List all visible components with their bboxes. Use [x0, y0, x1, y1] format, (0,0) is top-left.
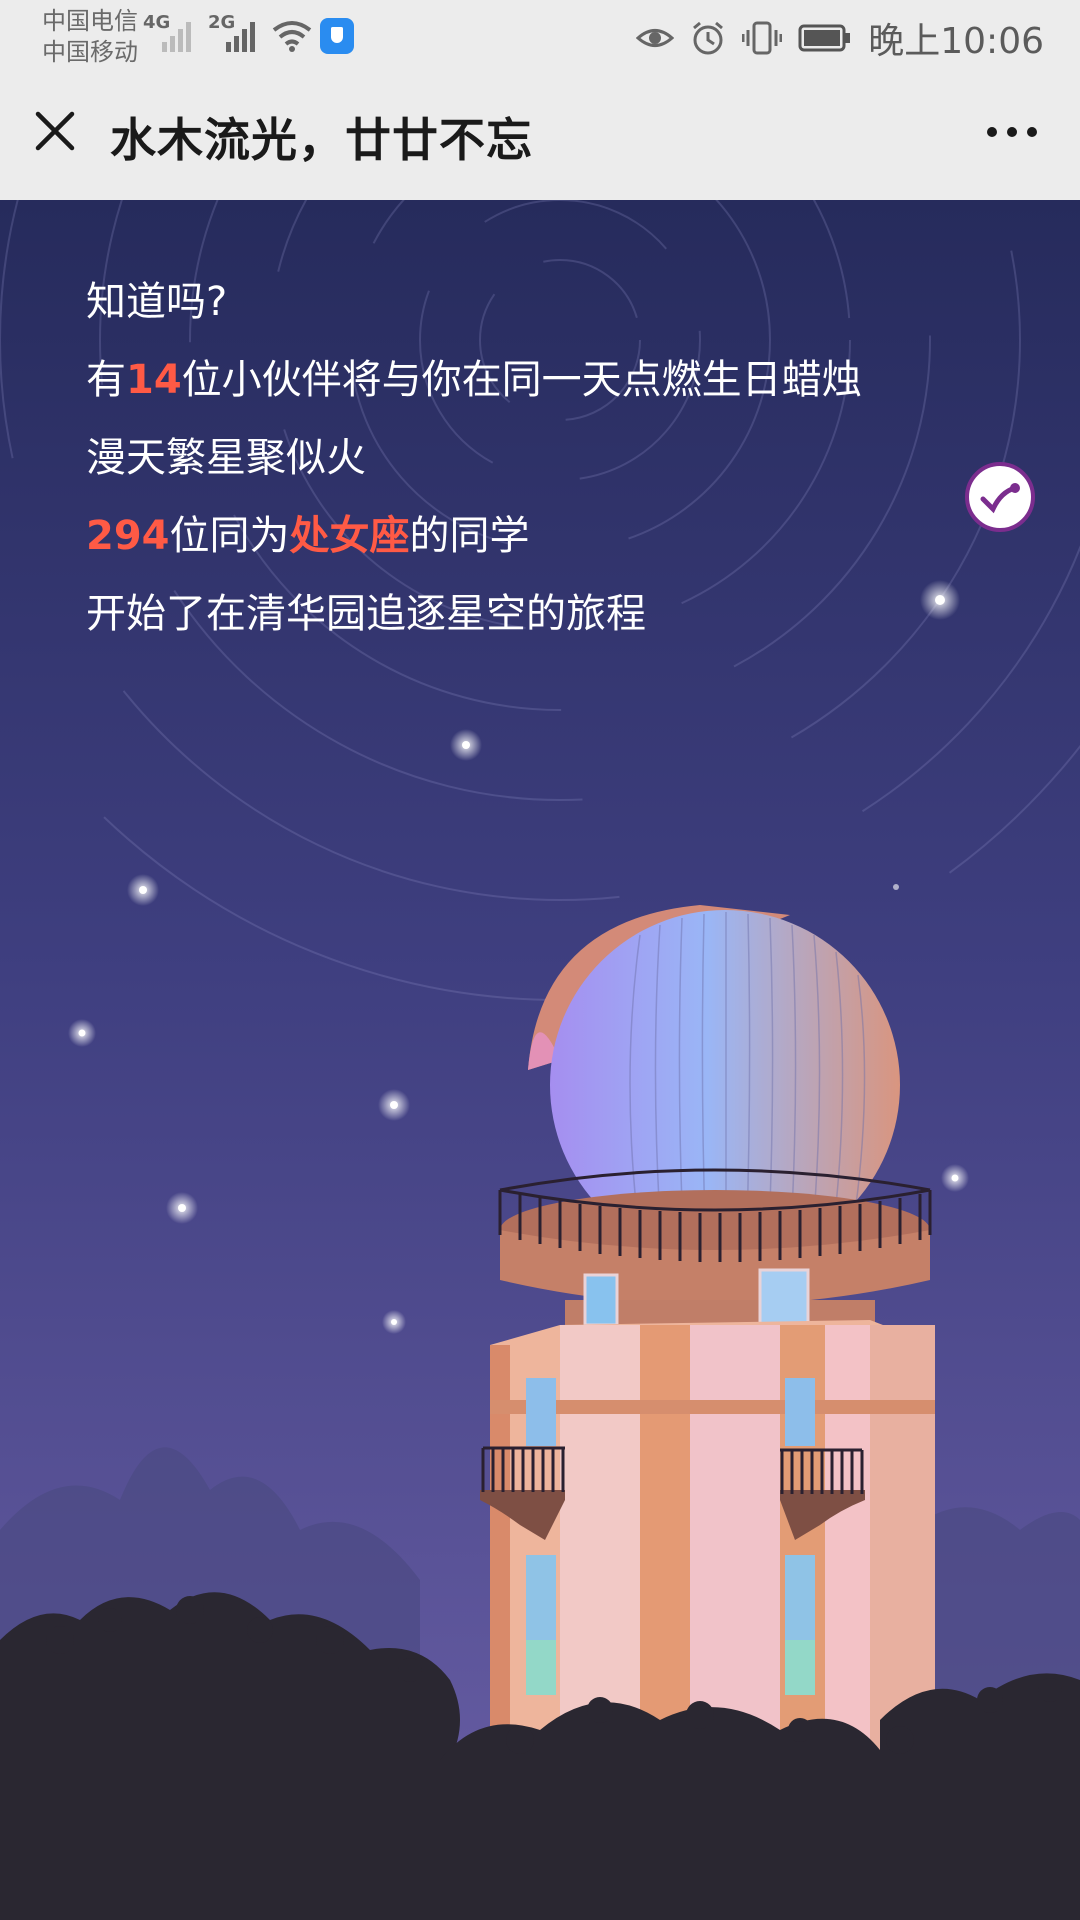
nav-bar: 水木流光，廿廿不忘: [0, 74, 1080, 200]
sign-count: 294: [86, 513, 170, 559]
vibrate-icon: [742, 21, 783, 55]
music-toggle-button[interactable]: [965, 462, 1035, 532]
more-icon: [987, 127, 1037, 137]
page-title: 水木流光，廿廿不忘: [110, 113, 533, 167]
wifi-icon: [272, 21, 312, 52]
birthday-count: 14: [126, 357, 182, 403]
story-line-3: 漫天繁星聚似火: [86, 435, 366, 481]
alarm-icon: [693, 21, 724, 55]
carrier-1: 中国电信: [42, 7, 138, 35]
story-line-5: 开始了在清华园追逐星空的旅程: [86, 591, 646, 637]
carrier-2: 中国移动: [42, 38, 138, 66]
story-line-1: 知道吗?: [86, 279, 228, 325]
close-button[interactable]: [28, 104, 82, 158]
eye-icon: [636, 29, 675, 47]
more-button[interactable]: [980, 114, 1044, 150]
signal-icon: [162, 22, 191, 52]
close-icon: [35, 111, 75, 151]
zodiac-sign: 处女座: [289, 513, 410, 559]
carrier-labels: 中国电信 中国移动: [42, 6, 138, 68]
status-bar: 中国电信 中国移动 4G 2G 晚上10:06: [0, 0, 1080, 74]
story-line-4: 294位同为处女座的同学: [86, 513, 530, 559]
status-time: 晚上10:06: [868, 21, 1044, 62]
story-line-2: 有14位小伙伴将与你在同一天点燃生日蜡烛: [86, 357, 862, 403]
shield-icon: [320, 18, 354, 54]
music-icon: [980, 483, 1020, 514]
signal-icon: [226, 22, 255, 52]
story-text: 知道吗? 有14位小伙伴将与你在同一天点燃生日蜡烛 漫天繁星聚似火 294位同为…: [86, 263, 862, 653]
status-right: 晚上10:06: [636, 14, 1044, 62]
battery-icon: [798, 24, 851, 52]
